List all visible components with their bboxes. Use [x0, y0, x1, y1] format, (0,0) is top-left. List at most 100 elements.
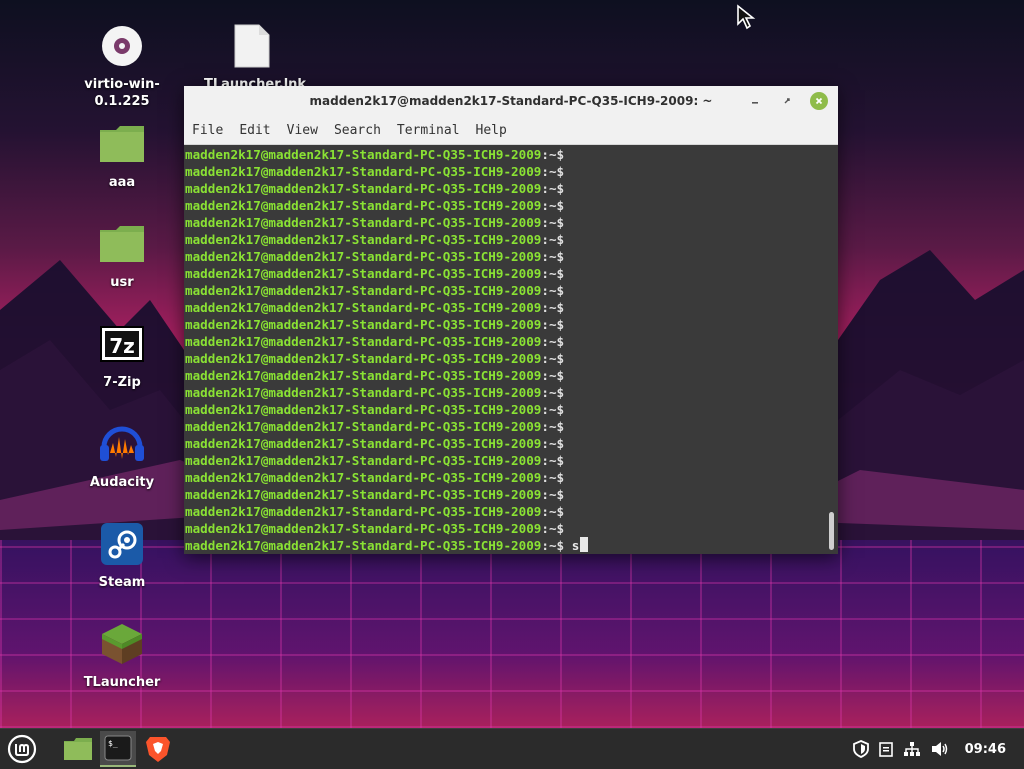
prompt-suffix: :~$ [541, 164, 565, 179]
terminal-line: madden2k17@madden2k17-Standard-PC-Q35-IC… [185, 180, 838, 197]
terminal-line: madden2k17@madden2k17-Standard-PC-Q35-IC… [185, 350, 838, 367]
taskbar: $_ 09:46 [0, 728, 1024, 769]
terminal-window[interactable]: madden2k17@madden2k17-Standard-PC-Q35-IC… [184, 86, 838, 554]
terminal-line: madden2k17@madden2k17-Standard-PC-Q35-IC… [185, 452, 838, 469]
terminal-line: madden2k17@madden2k17-Standard-PC-Q35-IC… [185, 316, 838, 333]
desktop-icon-tlauncher[interactable]: TLauncher [74, 620, 170, 691]
prompt-suffix: :~$ [541, 419, 565, 434]
prompt-user-host: madden2k17@madden2k17-Standard-PC-Q35-IC… [185, 300, 542, 315]
terminal-line: madden2k17@madden2k17-Standard-PC-Q35-IC… [185, 248, 838, 265]
prompt-user-host: madden2k17@madden2k17-Standard-PC-Q35-IC… [185, 266, 542, 281]
prompt-suffix: :~$ [541, 487, 565, 502]
prompt-user-host: madden2k17@madden2k17-Standard-PC-Q35-IC… [185, 385, 542, 400]
text-cursor [580, 537, 589, 552]
desktop-icon-tlauncher-lnk[interactable]: TLauncher.lnk [204, 22, 306, 93]
menu-view[interactable]: View [287, 123, 318, 138]
desktop-icon-usr[interactable]: usr [74, 220, 170, 291]
prompt-suffix: :~$ [541, 232, 565, 247]
desktop-icon-7zip[interactable]: 7z 7-Zip [74, 320, 170, 391]
prompt-suffix: :~$ [541, 283, 565, 298]
window-title: madden2k17@madden2k17-Standard-PC-Q35-IC… [309, 94, 713, 108]
desktop-icon-label: aaa [108, 175, 136, 190]
terminal-line: madden2k17@madden2k17-Standard-PC-Q35-IC… [185, 333, 838, 350]
svg-text:7z: 7z [109, 334, 135, 358]
prompt-user-host: madden2k17@madden2k17-Standard-PC-Q35-IC… [185, 368, 542, 383]
svg-text:$_: $_ [108, 739, 118, 748]
desktop-icon-audacity[interactable]: Audacity [74, 420, 170, 491]
terminal-line: madden2k17@madden2k17-Standard-PC-Q35-IC… [185, 384, 838, 401]
network-icon[interactable] [903, 741, 921, 757]
prompt-suffix: :~$ [541, 317, 565, 332]
prompt-user-host: madden2k17@madden2k17-Standard-PC-Q35-IC… [185, 419, 542, 434]
clipboard-icon[interactable] [878, 741, 893, 757]
prompt-suffix: :~$ [541, 504, 565, 519]
prompt-suffix: :~$ [541, 453, 565, 468]
window-controls [746, 92, 828, 110]
taskbar-brave-button[interactable] [140, 731, 176, 767]
audacity-icon [98, 420, 146, 468]
desktop-icon-label: Steam [98, 575, 146, 590]
prompt-suffix: :~$ [541, 402, 565, 417]
desktop-icon-label: Audacity [89, 475, 155, 490]
terminal-line: madden2k17@madden2k17-Standard-PC-Q35-IC… [185, 537, 838, 554]
desktop-icon-steam[interactable]: Steam [74, 520, 170, 591]
close-button[interactable] [810, 92, 828, 110]
prompt-suffix: :~$ [541, 385, 565, 400]
system-tray: 09:46 [852, 729, 1024, 769]
prompt-suffix: :~$ [541, 368, 565, 383]
terminal-scrollbar[interactable] [829, 512, 834, 550]
prompt-suffix: :~$ [541, 334, 565, 349]
prompt-user-host: madden2k17@madden2k17-Standard-PC-Q35-IC… [185, 351, 542, 366]
desktop-icon-label: TLauncher [83, 675, 161, 690]
prompt-suffix: :~$ [541, 470, 565, 485]
menu-edit[interactable]: Edit [239, 123, 270, 138]
taskbar-files-button[interactable] [60, 731, 96, 767]
prompt-user-host: madden2k17@madden2k17-Standard-PC-Q35-IC… [185, 538, 542, 553]
terminal-line: madden2k17@madden2k17-Standard-PC-Q35-IC… [185, 197, 838, 214]
prompt-user-host: madden2k17@madden2k17-Standard-PC-Q35-IC… [185, 402, 542, 417]
prompt-suffix: :~$ [541, 181, 565, 196]
terminal-line: madden2k17@madden2k17-Standard-PC-Q35-IC… [185, 231, 838, 248]
maximize-button[interactable] [778, 92, 796, 110]
terminal-icon: $_ [104, 735, 132, 761]
prompt-user-host: madden2k17@madden2k17-Standard-PC-Q35-IC… [185, 521, 542, 536]
prompt-suffix: :~$ [541, 266, 565, 281]
desktop-icon-aaa[interactable]: aaa [74, 120, 170, 191]
file-icon [228, 22, 276, 70]
shield-icon[interactable] [852, 740, 869, 758]
minecraft-grass-icon [98, 620, 146, 668]
prompt-user-host: madden2k17@madden2k17-Standard-PC-Q35-IC… [185, 470, 542, 485]
clock[interactable]: 09:46 [965, 742, 1006, 757]
brave-icon [146, 737, 170, 762]
desktop-icon-virtio-win[interactable]: virtio-win- 0.1.225 [74, 22, 170, 110]
terminal-line: madden2k17@madden2k17-Standard-PC-Q35-IC… [185, 299, 838, 316]
prompt-user-host: madden2k17@madden2k17-Standard-PC-Q35-IC… [185, 147, 542, 162]
window-titlebar[interactable]: madden2k17@madden2k17-Standard-PC-Q35-IC… [184, 86, 838, 116]
prompt-user-host: madden2k17@madden2k17-Standard-PC-Q35-IC… [185, 283, 542, 298]
menu-terminal[interactable]: Terminal [397, 123, 460, 138]
minimize-button[interactable] [746, 92, 764, 110]
menu-search[interactable]: Search [334, 123, 381, 138]
7zip-icon: 7z [98, 320, 146, 368]
prompt-suffix: :~$ [541, 521, 565, 536]
terminal-line: madden2k17@madden2k17-Standard-PC-Q35-IC… [185, 214, 838, 231]
prompt-suffix: :~$ [541, 198, 565, 213]
prompt-user-host: madden2k17@madden2k17-Standard-PC-Q35-IC… [185, 215, 542, 230]
prompt-user-host: madden2k17@madden2k17-Standard-PC-Q35-IC… [185, 453, 542, 468]
taskbar-terminal-button[interactable]: $_ [100, 731, 136, 767]
desktop-icon-label: virtio-win- 0.1.225 [84, 77, 160, 109]
mouse-pointer-icon [737, 4, 756, 30]
mint-menu-button[interactable] [4, 731, 40, 767]
prompt-suffix: :~$ [541, 215, 565, 230]
volume-icon[interactable] [931, 741, 949, 757]
folder-icon [98, 220, 146, 268]
menu-file[interactable]: File [192, 123, 223, 138]
menu-help[interactable]: Help [476, 123, 507, 138]
terminal-output[interactable]: madden2k17@madden2k17-Standard-PC-Q35-IC… [184, 145, 838, 554]
restore-icon [784, 98, 790, 104]
terminal-line: madden2k17@madden2k17-Standard-PC-Q35-IC… [185, 265, 838, 282]
prompt-user-host: madden2k17@madden2k17-Standard-PC-Q35-IC… [185, 487, 542, 502]
terminal-line: madden2k17@madden2k17-Standard-PC-Q35-IC… [185, 503, 838, 520]
current-input[interactable]: s [572, 538, 580, 553]
prompt-user-host: madden2k17@madden2k17-Standard-PC-Q35-IC… [185, 334, 542, 349]
